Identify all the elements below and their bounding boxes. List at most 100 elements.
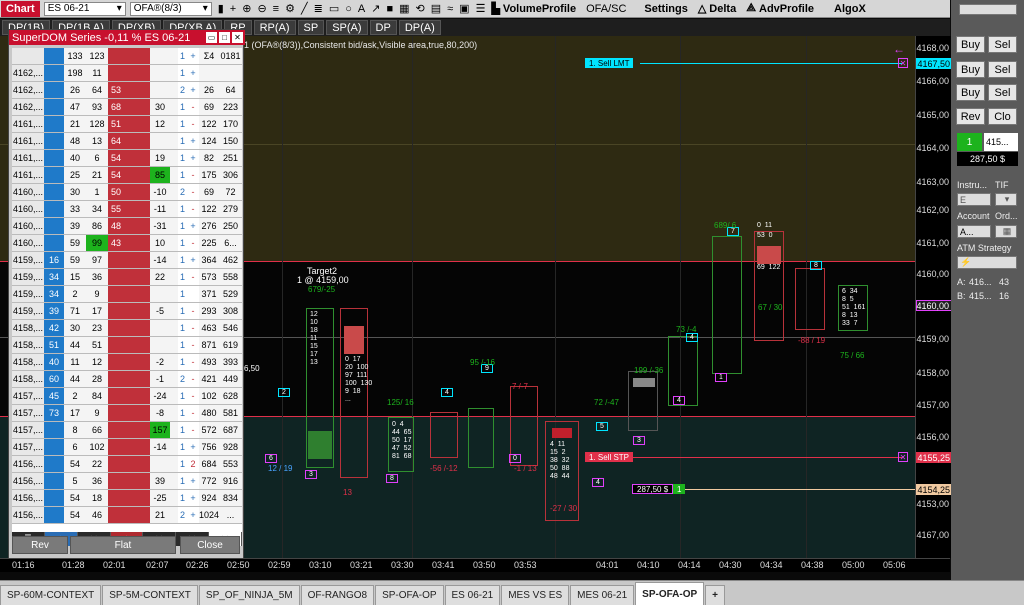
minimize-icon[interactable]: ▭ bbox=[206, 32, 217, 43]
dom-cell-a2[interactable]: 102 bbox=[86, 439, 108, 455]
dom-cell-bv[interactable] bbox=[44, 133, 64, 149]
dom-cell-b2[interactable]: 8 bbox=[64, 422, 86, 438]
superdom-window[interactable]: SuperDOM Series -0,11 % ES 06-21 ▭ □ ✕ 1… bbox=[8, 29, 245, 559]
dom-cell-r[interactable] bbox=[124, 286, 150, 302]
dom-cell-r[interactable] bbox=[124, 252, 150, 268]
tab-of-rango8[interactable]: OF-RANGO8 bbox=[300, 585, 375, 605]
dom-cell-a2[interactable]: 93 bbox=[86, 99, 108, 115]
dom-cell-b2[interactable]: 30 bbox=[64, 184, 86, 200]
dom-cell-b2[interactable]: 21 bbox=[64, 116, 86, 132]
dom-cell-r[interactable] bbox=[124, 150, 150, 166]
dom-cell-ask[interactable] bbox=[108, 252, 124, 268]
dom-cell-a2[interactable]: 21 bbox=[86, 167, 108, 183]
dom-cell-b2[interactable]: 15 bbox=[64, 269, 86, 285]
dom-cell-b2[interactable]: 39 bbox=[64, 218, 86, 234]
pnl-tag[interactable]: 287,50 $ bbox=[632, 484, 674, 494]
superdom-titlebar[interactable]: SuperDOM Series -0,11 % ES 06-21 ▭ □ ✕ bbox=[9, 30, 245, 45]
reset-icon[interactable]: ⟲ bbox=[416, 2, 425, 15]
dom-cell-a2[interactable]: 18 bbox=[86, 490, 108, 506]
dom-row[interactable]: 4162,... 47 93 68 30 1-69 223 bbox=[12, 99, 242, 116]
dom-cell-bv[interactable] bbox=[44, 116, 64, 132]
dom-cell-r[interactable] bbox=[124, 354, 150, 370]
buy-stop-button[interactable]: Buy bbox=[956, 84, 985, 101]
dom-cell-bv[interactable]: 45 bbox=[44, 388, 64, 404]
dom-row[interactable]: 4158,... 40 11 12 -2 1-493 393 bbox=[12, 354, 242, 371]
dom-row[interactable]: 4159,... 34 15 36 22 1-573 558 bbox=[12, 269, 242, 286]
ofa-sc-menu[interactable]: OFA/SC bbox=[586, 3, 626, 15]
dom-row[interactable]: 4158,... 51 44 51 1-871 619 bbox=[12, 337, 242, 354]
reverse-button[interactable]: Rev bbox=[956, 108, 985, 125]
dom-cell-b2[interactable]: 2 bbox=[64, 286, 86, 302]
dom-cell-a2[interactable]: 1 bbox=[86, 184, 108, 200]
dom-cell-a2[interactable]: 9 bbox=[86, 286, 108, 302]
tab-es-06-21[interactable]: ES 06-21 bbox=[444, 585, 501, 605]
dom-cell-bv[interactable] bbox=[44, 507, 64, 523]
save-icon[interactable]: ▤ bbox=[431, 2, 441, 15]
dom-cell-r[interactable] bbox=[124, 371, 150, 387]
dom-cell-a2[interactable]: 23 bbox=[86, 320, 108, 336]
line-icon[interactable]: ╱ bbox=[301, 2, 308, 15]
tif-field[interactable]: ▾ bbox=[995, 193, 1017, 206]
fib-icon[interactable]: ≣ bbox=[314, 2, 323, 15]
cancel-stp-icon[interactable]: ✕ bbox=[898, 452, 908, 462]
zoom-in-icon[interactable]: ⊕ bbox=[242, 2, 251, 15]
tab-dp[interactable]: DP bbox=[369, 20, 397, 35]
dom-cell-bv[interactable] bbox=[44, 65, 64, 81]
dom-cell-ask[interactable] bbox=[108, 456, 124, 472]
algox-menu[interactable]: AlgoX bbox=[834, 3, 866, 15]
dom-row[interactable]: 4159,... 16 59 97 -14 1 +364 462 bbox=[12, 252, 242, 269]
dom-row[interactable]: 4156,... 54 18 -25 1 +924 834 bbox=[12, 490, 242, 507]
dom-cell-b2[interactable]: 11 bbox=[64, 354, 86, 370]
buy-limit-button[interactable]: Buy bbox=[956, 61, 985, 78]
add-tab-button[interactable]: + bbox=[705, 585, 726, 605]
sell-stp-tag[interactable]: 1. Sell STP bbox=[585, 452, 634, 462]
chart-button[interactable]: Chart bbox=[1, 0, 40, 17]
dom-flat-button[interactable]: Flat bbox=[70, 536, 176, 554]
dom-cell-bv[interactable] bbox=[44, 422, 64, 438]
dom-row[interactable]: 4158,... 60 44 28 -1 2-421 449 bbox=[12, 371, 242, 388]
dom-cell-b2[interactable]: 59 bbox=[64, 235, 86, 251]
dom-cell-ask[interactable] bbox=[108, 303, 124, 319]
dom-cell-b2[interactable]: 54 bbox=[64, 456, 86, 472]
sell-market-button[interactable]: Sel bbox=[988, 36, 1017, 53]
dom-row[interactable]: 4157,... 6 102 -14 1 +756 928 bbox=[12, 439, 242, 456]
dom-cell-r[interactable] bbox=[124, 269, 150, 285]
dom-cell-b2[interactable]: 26 bbox=[64, 82, 86, 98]
dom-row[interactable]: 4156,... 5 36 39 1 +772 916 bbox=[12, 473, 242, 490]
dom-cell-ask[interactable] bbox=[108, 286, 124, 302]
dom-row[interactable]: 4160,... 30 1 50 -10 2-69 72 bbox=[12, 184, 242, 201]
dom-cell-a2[interactable]: 97 bbox=[86, 252, 108, 268]
dom-cell-bv[interactable] bbox=[44, 439, 64, 455]
properties-icon[interactable]: ⚙ bbox=[285, 2, 295, 15]
trend-icon[interactable]: ↗ bbox=[371, 2, 380, 15]
advprofile-menu[interactable]: ⟁ AdvProfile bbox=[746, 2, 814, 15]
dom-cell-b2[interactable]: 30 bbox=[64, 320, 86, 336]
dom-cell-a2[interactable]: 99 bbox=[86, 235, 108, 251]
dom-cell-a2[interactable]: 51 bbox=[86, 337, 108, 353]
dom-cell-a2[interactable]: 22 bbox=[86, 456, 108, 472]
dom-cell-ask[interactable] bbox=[108, 439, 124, 455]
bars-icon[interactable]: ▮ bbox=[218, 2, 224, 15]
tab-sp-ofa-op[interactable]: SP-OFA-OP bbox=[375, 585, 444, 605]
dom-cell-bv[interactable]: 34 bbox=[44, 286, 64, 302]
dom-cell-ask[interactable]: 68 bbox=[108, 99, 124, 115]
dom-cell-bv[interactable]: 51 bbox=[44, 337, 64, 353]
dom-cell-b2[interactable]: 44 bbox=[64, 371, 86, 387]
tab-dp-a[interactable]: DP(A) bbox=[398, 20, 441, 35]
dom-cell-ask[interactable]: 53 bbox=[108, 82, 124, 98]
dom-cell-bv[interactable] bbox=[44, 235, 64, 251]
dom-cell-a2[interactable]: 123 bbox=[86, 48, 108, 64]
dom-cell-bv[interactable]: 42 bbox=[44, 320, 64, 336]
rect-icon[interactable]: ▭ bbox=[329, 2, 339, 15]
dom-row[interactable]: 4156,... 54 22 1 2 684 553 bbox=[12, 456, 242, 473]
dom-cell-ask[interactable] bbox=[108, 48, 124, 64]
tab-mes-vs-es[interactable]: MES VS ES bbox=[501, 585, 570, 605]
dom-cell-b2[interactable]: 59 bbox=[64, 252, 86, 268]
dom-cell-a2[interactable]: 128 bbox=[86, 116, 108, 132]
dom-cell-a2[interactable]: 28 bbox=[86, 371, 108, 387]
dom-cell-ask[interactable] bbox=[108, 507, 124, 523]
dom-cell-r[interactable] bbox=[124, 507, 150, 523]
dom-cell-ask[interactable] bbox=[108, 337, 124, 353]
stack-icon[interactable]: ☰ bbox=[476, 2, 486, 15]
dom-cell-ask[interactable] bbox=[108, 490, 124, 506]
